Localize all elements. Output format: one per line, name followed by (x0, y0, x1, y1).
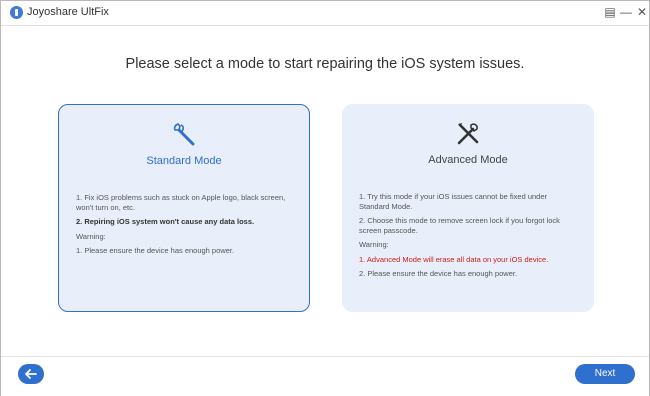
standard-mode-item-2: 2. Repiring iOS system won't cause any d… (76, 217, 255, 226)
advanced-mode-card[interactable]: Advanced Mode 1. Try this mode if your i… (342, 104, 594, 312)
standard-mode-item-1: 1. Fix iOS problems such as stuck on App… (76, 193, 286, 212)
advanced-mode-description: 1. Try this mode if your iOS issues cann… (359, 192, 579, 284)
back-button[interactable] (18, 364, 44, 384)
window-title: Joyoshare UltFix (27, 6, 109, 18)
app-logo-icon (10, 6, 23, 19)
standard-mode-title: Standard Mode (146, 155, 222, 167)
standard-mode-warning-label: Warning: (76, 231, 106, 241)
advanced-mode-item-2: 2. Choose this mode to remove screen loc… (359, 216, 560, 235)
close-icon[interactable]: ✕ (635, 5, 649, 19)
advanced-mode-warning-2: 2. Please ensure the device has enough p… (359, 269, 518, 278)
advanced-mode-item-1: 1. Try this mode if your iOS issues cann… (359, 192, 548, 211)
app-window: Joyoshare UltFix ▤ — ✕ Please select a m… (0, 0, 650, 396)
standard-mode-warning-1: 1. Please ensure the device has enough p… (76, 246, 235, 255)
standard-mode-card[interactable]: Standard Mode 1. Fix iOS problems such a… (58, 104, 310, 312)
title-bar: Joyoshare UltFix ▤ — ✕ (1, 1, 649, 26)
advanced-mode-title: Advanced Mode (428, 154, 508, 166)
wrench-icon (173, 123, 195, 146)
arrow-left-icon (25, 369, 37, 379)
standard-mode-description: 1. Fix iOS problems such as stuck on App… (76, 193, 296, 261)
advanced-mode-warning-1: 1. Advanced Mode will erase all data on … (359, 254, 549, 264)
minimize-icon[interactable]: — (619, 5, 633, 19)
advanced-mode-warning-label: Warning: (359, 240, 389, 249)
menu-icon[interactable]: ▤ (603, 5, 617, 19)
footer-bar: Next (1, 356, 649, 396)
next-button[interactable]: Next (575, 364, 635, 384)
tools-icon (457, 123, 479, 145)
page-title: Please select a mode to start repairing … (125, 56, 525, 72)
